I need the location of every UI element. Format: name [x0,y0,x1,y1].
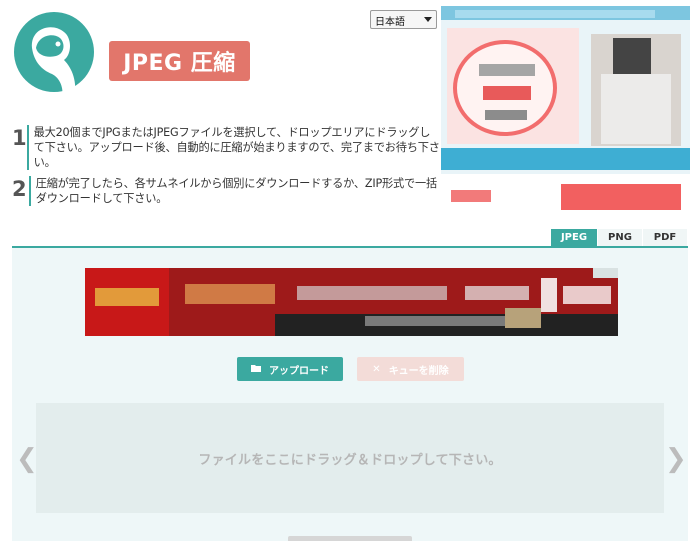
tab-jpeg[interactable]: JPEG [551,229,597,246]
clear-queue-button-label: キューを削除 [388,365,449,377]
step-number: 2 [12,177,27,201]
download-all-button[interactable] [288,536,412,541]
folder-icon [251,364,261,375]
language-select[interactable]: 日本語 [370,10,437,29]
upload-button[interactable]: アップロード [237,357,343,381]
elephant-logo-icon[interactable] [12,8,98,110]
page: JPEG 圧縮 日本語 1 最大20個までJPGまたはJPEGファイルを選択して… [0,0,700,541]
step-text: 圧縮が完了したら、各サムネイルから個別にダウンロードするか、ZIP形式で一括ダウ… [28,176,440,206]
side-advertisement[interactable] [441,6,690,216]
instruction-step-2: 2 圧縮が完了したら、各サムネイルから個別にダウンロードするか、ZIP形式で一括… [12,176,440,206]
drop-zone-text: ファイルをここにドラッグ＆ドロップして下さい。 [198,452,502,468]
format-tabs: JPEG PNG PDF [551,229,687,246]
app-title[interactable]: JPEG 圧縮 [109,41,250,81]
chevron-left-icon[interactable]: ❮ [16,444,38,474]
file-drop-zone[interactable]: ファイルをここにドラッグ＆ドロップして下さい。 [36,403,664,513]
step-number: 1 [12,126,27,150]
tab-png[interactable]: PNG [598,229,642,246]
upload-button-label: アップロード [269,365,329,377]
chevron-down-icon [424,17,432,22]
banner-advertisement[interactable] [85,268,618,336]
language-select-value: 日本語 [375,17,405,28]
step-text: 最大20個までJPGまたはJPEGファイルを選択して、ドロップエリアにドラッグし… [26,125,440,170]
instruction-step-1: 1 最大20個までJPGまたはJPEGファイルを選択して、ドロップエリアにドラッ… [12,125,440,170]
tab-pdf[interactable]: PDF [643,229,687,246]
close-icon: ✕ [372,363,381,375]
clear-queue-button[interactable]: ✕ キューを削除 [357,357,464,381]
chevron-right-icon[interactable]: ❯ [665,444,687,474]
